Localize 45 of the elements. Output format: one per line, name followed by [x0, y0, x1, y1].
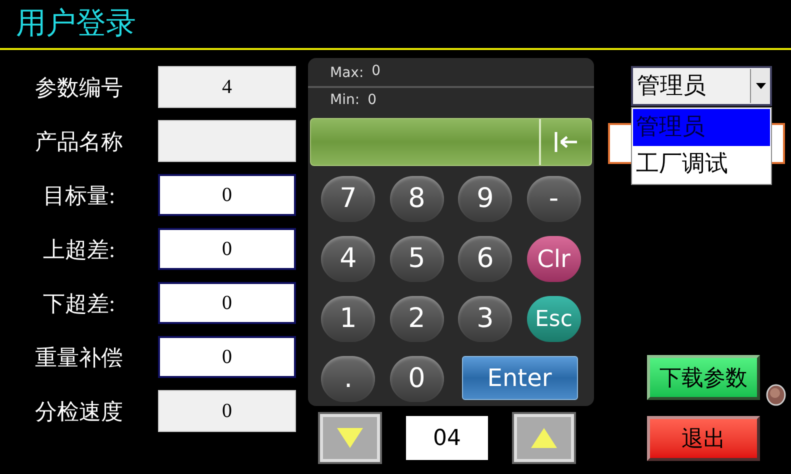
indicator-lamp-icon	[766, 384, 786, 406]
dropdown-value: 管理员	[636, 72, 707, 100]
field-label: 目标量:	[42, 182, 116, 210]
entry-field[interactable]	[310, 118, 592, 166]
field-label: 下超差:	[42, 290, 116, 318]
key-button[interactable]: 8	[390, 176, 444, 222]
key-button[interactable]: 2	[390, 296, 444, 342]
input-field[interactable]: 0	[158, 336, 296, 378]
input-field[interactable]: 0	[158, 228, 296, 270]
max-label: Max:	[330, 64, 364, 83]
value-field: 0	[158, 390, 296, 432]
key-button[interactable]: 0	[390, 356, 444, 402]
backspace-icon	[553, 130, 579, 154]
caret-icon	[756, 83, 766, 89]
field-label: 重量补偿	[34, 344, 124, 372]
max-value: 0	[372, 62, 381, 81]
page-number-field[interactable]: 04	[406, 416, 488, 460]
key-button[interactable]: 6	[458, 236, 512, 282]
user-dropdown[interactable]: 管理员	[631, 66, 772, 106]
key-button[interactable]: 5	[390, 236, 444, 282]
key-button[interactable]: 3	[458, 296, 512, 342]
key-button[interactable]: 9	[458, 176, 512, 222]
min-value: 0	[368, 90, 376, 110]
key-button[interactable]: 1	[321, 296, 376, 342]
value-field: 4	[158, 66, 296, 108]
field-label: 产品名称	[34, 128, 124, 156]
down-arrow-icon	[337, 428, 363, 448]
exit-button[interactable]: 退出	[647, 416, 760, 461]
field-label: 参数编号	[34, 74, 124, 102]
input-field[interactable]: 0	[158, 282, 296, 324]
input-field[interactable]: 0	[158, 174, 296, 216]
enter-button[interactable]: Enter	[462, 356, 578, 400]
down-button[interactable]	[320, 414, 380, 462]
field-label: 上超差:	[42, 236, 116, 264]
key-button[interactable]: -	[526, 176, 581, 222]
window-title: 用户登录	[16, 9, 136, 39]
download-parameters-button[interactable]: 下载参数	[647, 355, 760, 400]
clear-button[interactable]: Clr	[526, 236, 581, 282]
field-label: 分检速度	[34, 398, 124, 426]
min-label: Min:	[330, 90, 360, 110]
up-button[interactable]	[514, 414, 574, 462]
key-button[interactable]: 7	[321, 176, 376, 222]
key-button[interactable]: 4	[321, 236, 376, 282]
key-button[interactable]: .	[321, 356, 376, 402]
up-arrow-icon	[531, 428, 557, 448]
